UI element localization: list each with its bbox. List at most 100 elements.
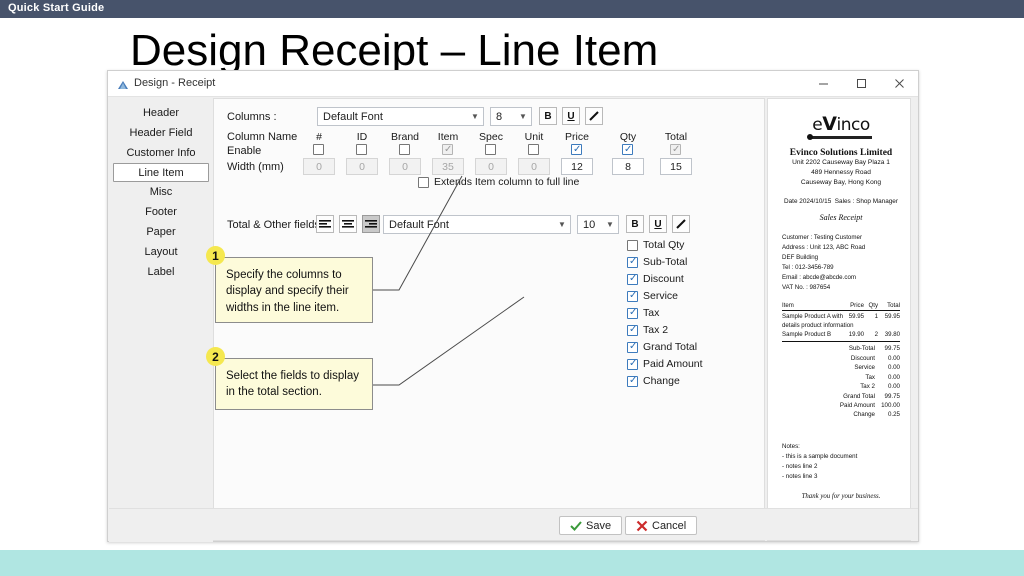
cancel-button-label: Cancel — [652, 519, 687, 532]
column-width-input-hash[interactable]: 0 — [303, 158, 335, 175]
columns-color-button[interactable] — [585, 107, 603, 125]
column-enable-checkbox-spec[interactable] — [485, 144, 496, 155]
sidebar-item-misc[interactable]: Misc — [113, 182, 209, 202]
total-field-row-sub-total[interactable]: ✓ Sub-Total — [627, 256, 687, 268]
receipt-customer-line-5: Email : abcde@abcde.com — [782, 273, 857, 281]
column-enable-checkbox-unit[interactable] — [528, 144, 539, 155]
total-field-label: Sub-Total — [643, 256, 688, 268]
columns-font-size-select[interactable]: 8 ▼ — [490, 107, 532, 126]
check-icon: ✓ — [629, 340, 638, 352]
total-field-row-discount[interactable]: ✓ Discount — [627, 273, 684, 285]
column-enable-checkbox-qty[interactable]: ✓ — [622, 144, 633, 155]
chevron-down-icon: ▼ — [606, 220, 614, 229]
column-enable-checkbox-hash[interactable] — [313, 144, 324, 155]
sidebar-item-layout[interactable]: Layout — [113, 242, 209, 262]
total-field-row-tax[interactable]: ✓ Tax — [627, 307, 659, 319]
align-center-button[interactable] — [339, 215, 357, 233]
receipt-preview: eVinco Evinco Solutions Limited Unit 220… — [782, 107, 900, 527]
column-width-input-unit[interactable]: 0 — [518, 158, 550, 175]
column-enable-checkbox-brand[interactable] — [399, 144, 410, 155]
total-field-checkbox-tax-2[interactable]: ✓ — [627, 324, 638, 336]
minimize-button[interactable] — [804, 71, 842, 96]
column-enable-checkbox-id[interactable] — [356, 144, 367, 155]
column-header-item: Item — [437, 131, 459, 143]
width-label: Width (mm) — [227, 161, 284, 173]
total-field-checkbox-sub-total[interactable]: ✓ — [627, 256, 638, 268]
total-field-row-tax-2[interactable]: ✓ Tax 2 — [627, 324, 668, 336]
sidebar-item-header-field[interactable]: Header Field — [113, 123, 209, 143]
cancel-button[interactable]: Cancel — [625, 516, 698, 535]
sidebar-item-label: Header — [142, 107, 180, 119]
maximize-button[interactable] — [842, 71, 880, 96]
totals-underline-button[interactable]: U — [649, 215, 667, 233]
receipt-total-value: 0.25 — [887, 411, 900, 419]
total-field-checkbox-grand-total[interactable]: ✓ — [627, 340, 638, 353]
sidebar-item-paper[interactable]: Paper — [113, 222, 209, 242]
extends-item-column-checkbox-row[interactable]: Extends Item column to full line — [418, 176, 579, 188]
extends-item-column-checkbox[interactable] — [418, 176, 429, 188]
total-field-checkbox-service[interactable]: ✓ — [627, 290, 638, 302]
receipt-item-table-header: Item Price Qty Total — [782, 302, 900, 311]
receipt-item-name: Sample Product B — [782, 330, 832, 338]
total-field-row-total-qty[interactable]: Total Qty — [627, 239, 684, 251]
receipt-col-qty: Qty — [868, 301, 878, 309]
column-width-input-qty[interactable]: 8 — [612, 158, 644, 175]
columns-label: Columns : — [227, 111, 277, 123]
total-field-checkbox-discount[interactable]: ✓ — [627, 273, 638, 285]
total-field-row-grand-total[interactable]: ✓ Grand Total — [627, 341, 697, 353]
align-left-button[interactable] — [316, 215, 334, 233]
total-field-checkbox-total-qty[interactable] — [627, 239, 638, 251]
column-enable-checkbox-total[interactable]: ✓ — [670, 144, 681, 155]
close-button[interactable] — [880, 71, 918, 96]
column-width-input-total[interactable]: 15 — [660, 158, 692, 175]
total-field-row-paid-amount[interactable]: ✓ Paid Amount — [627, 358, 703, 370]
align-right-button[interactable] — [362, 215, 380, 233]
column-enable-checkbox-item[interactable]: ✓ — [442, 144, 453, 155]
totals-bold-button[interactable]: B — [626, 215, 644, 233]
total-field-label: Discount — [643, 273, 684, 285]
total-field-checkbox-paid-amount[interactable]: ✓ — [627, 358, 638, 370]
sidebar-item-customer-info[interactable]: Customer Info — [113, 143, 209, 163]
sidebar-item-label[interactable]: Label — [113, 262, 209, 282]
total-field-checkbox-change[interactable]: ✓ — [627, 375, 638, 387]
column-header-total: Total — [664, 131, 688, 143]
receipt-total-label: Change — [853, 411, 875, 419]
total-field-label: Paid Amount — [643, 358, 703, 370]
sidebar-item-line-item[interactable]: Line Item — [113, 163, 209, 182]
totals-font-value: Default Font — [389, 218, 449, 231]
save-button[interactable]: Save — [559, 516, 623, 535]
columns-underline-button[interactable]: U — [562, 107, 580, 125]
logo-v: V — [822, 113, 837, 135]
column-width-input-brand[interactable]: 0 — [389, 158, 421, 175]
slide-header-bar — [0, 0, 1024, 18]
totals-color-button[interactable] — [672, 215, 690, 233]
receipt-total-label: Paid Amount — [839, 401, 875, 409]
receipt-item-qty: 2 — [874, 330, 878, 338]
columns-font-select[interactable]: Default Font ▼ — [317, 107, 484, 126]
totals-font-size-select[interactable]: 10 ▼ — [577, 215, 619, 234]
evinco-logo: eVinco — [782, 113, 900, 140]
column-enable-checkbox-price[interactable]: ✓ — [571, 144, 582, 155]
receipt-notes-title: Notes: — [782, 442, 800, 450]
column-header-qty: Qty — [619, 131, 637, 143]
total-field-label: Service — [643, 290, 679, 302]
receipt-customer-block: Customer : Testing Customer Address : Un… — [782, 233, 900, 293]
total-field-row-change[interactable]: ✓ Change — [627, 375, 680, 387]
total-field-checkbox-tax[interactable]: ✓ — [627, 306, 638, 319]
sidebar-item-footer[interactable]: Footer — [113, 202, 209, 222]
check-icon: ✓ — [629, 306, 638, 318]
receipt-customer-line-3: DEF Building — [782, 253, 819, 261]
receipt-item-price: 19.90 — [848, 330, 864, 338]
total-field-label: Tax 2 — [643, 324, 669, 336]
column-width-input-item[interactable]: 35 — [432, 158, 464, 175]
column-width-input-price[interactable]: 12 — [561, 158, 593, 175]
sidebar-item-header[interactable]: Header — [113, 103, 209, 123]
total-field-row-service[interactable]: ✓ Service — [627, 290, 678, 302]
check-icon: ✓ — [672, 144, 681, 155]
receipt-notes-block: Notes: - this is a sample document - not… — [782, 442, 900, 482]
receipt-total-row: Sub-Total 99.75 — [782, 344, 900, 353]
column-width-input-id[interactable]: 0 — [346, 158, 378, 175]
column-width-input-spec[interactable]: 0 — [475, 158, 507, 175]
totals-font-select[interactable]: Default Font ▼ — [383, 215, 571, 234]
columns-bold-button[interactable]: B — [539, 107, 557, 125]
